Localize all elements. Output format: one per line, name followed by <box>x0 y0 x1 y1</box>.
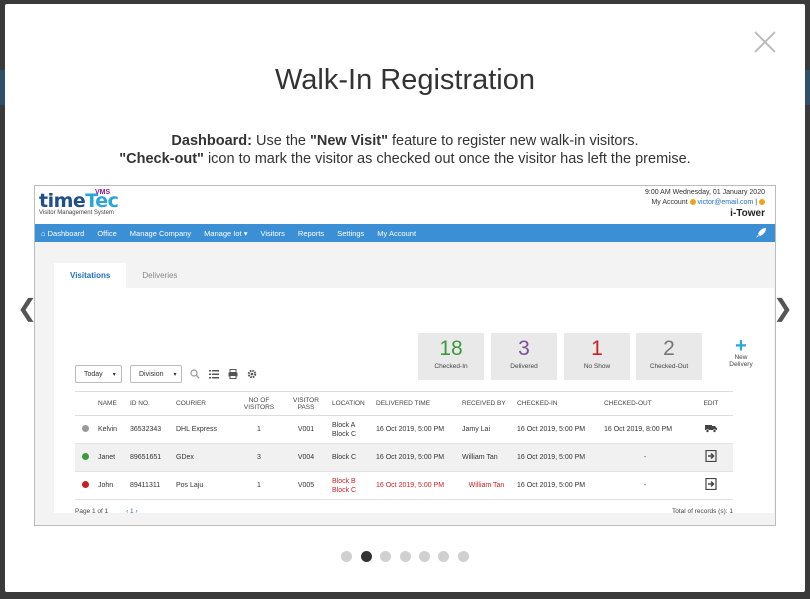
timetec-logo: timeTec VMS Visitor Management System <box>39 189 119 216</box>
carousel-dot[interactable] <box>438 551 450 562</box>
carousel-indicators <box>5 549 805 567</box>
header-datetime: 9:00 AM Wednesday, 01 January 2020 <box>645 189 765 196</box>
pagination: Page 1 of 1 ‹ 1 › <box>75 508 138 515</box>
dashboard-screenshot: timeTec VMS Visitor Management System 9:… <box>34 185 776 526</box>
user-status-icon <box>689 199 696 206</box>
description-line-1: Dashboard: Use the "New Visit" feature t… <box>171 133 639 149</box>
nav-settings[interactable]: Settings <box>337 229 364 238</box>
division-filter-select[interactable]: Division ▾ <box>130 365 182 383</box>
status-dot-icon <box>82 424 89 432</box>
content-panel: Visitations Deliveries 18 Checked-In 3 D… <box>54 263 774 515</box>
gear-icon[interactable] <box>247 369 257 379</box>
description-line-2: "Check-out" icon to mark the visitor as … <box>119 151 691 167</box>
status-dot-icon <box>82 452 89 460</box>
carousel-dot[interactable] <box>457 551 469 562</box>
table-header-row: NAME ID NO. COURIER NO OF VISITORS VISIT… <box>75 391 733 416</box>
nav-manage-company[interactable]: Manage Company <box>130 229 191 238</box>
my-account-link[interactable]: My Account <box>651 199 687 206</box>
modal-description: Dashboard: Use the "New Visit" feature t… <box>5 132 805 168</box>
visitation-table: NAME ID NO. COURIER NO OF VISITORS VISIT… <box>75 391 733 500</box>
header-account: My Account victor@email.com | <box>645 198 765 208</box>
power-icon[interactable] <box>759 199 765 206</box>
main-navbar: ⌂ Dashboard Office Manage Company Manage… <box>35 224 775 242</box>
carousel-dot[interactable] <box>399 551 411 562</box>
table-row: John 89411311 Pos Laju 1 V005 Block B Bl… <box>75 471 733 500</box>
nav-visitors[interactable]: Visitors <box>260 229 284 238</box>
print-icon[interactable] <box>228 369 238 379</box>
carousel-dot[interactable] <box>418 551 430 562</box>
delivery-truck-icon[interactable] <box>705 422 717 434</box>
stat-checked-in[interactable]: 18 Checked-In <box>418 333 484 380</box>
total-records: Total of records (s): 1 <box>671 508 733 515</box>
stat-checked-out[interactable]: 2 Checked-Out <box>636 333 702 380</box>
plus-icon: + <box>735 335 747 357</box>
stat-delivered[interactable]: 3 Delivered <box>491 333 557 380</box>
nav-manage-iot[interactable]: Manage Iot ▾ <box>204 229 247 238</box>
status-dot-icon <box>82 480 89 488</box>
rocket-icon[interactable] <box>755 227 767 239</box>
nav-my-account[interactable]: My Account <box>377 229 416 238</box>
check-out-icon[interactable] <box>705 477 717 491</box>
user-email[interactable]: victor@email.com <box>698 199 754 206</box>
tower-name: i-Tower <box>730 208 765 219</box>
list-icon[interactable] <box>209 369 219 379</box>
page-nav-link[interactable]: ‹ 1 › <box>126 508 138 515</box>
modal-title: Walk-In Registration <box>274 64 535 96</box>
carousel-dot-active[interactable] <box>360 551 372 562</box>
walk-in-modal: Walk-In Registration Dashboard: Use the … <box>5 4 805 592</box>
new-delivery-button[interactable]: + New Delivery <box>726 335 756 368</box>
nav-office[interactable]: Office <box>97 229 116 238</box>
table-row: Janet 89651651 GDex 3 V004 Block C 16 Oc… <box>75 443 733 472</box>
stat-no-show[interactable]: 1 No Show <box>564 333 630 380</box>
close-icon[interactable] <box>753 30 777 54</box>
check-out-icon[interactable] <box>705 449 717 463</box>
tab-deliveries[interactable]: Deliveries <box>126 263 193 288</box>
nav-dashboard[interactable]: ⌂ Dashboard <box>41 229 84 238</box>
filter-bar: Today ▾ Division ▾ <box>75 365 266 383</box>
carousel-dot[interactable] <box>380 551 392 562</box>
search-icon[interactable] <box>190 369 200 379</box>
carousel-dot[interactable] <box>341 551 353 562</box>
nav-reports[interactable]: Reports <box>298 229 324 238</box>
table-row: Kelvin 36532343 DHL Express 1 V001 Block… <box>75 415 733 444</box>
header-info: 9:00 AM Wednesday, 01 January 2020 My Ac… <box>645 188 765 219</box>
app-header: timeTec VMS Visitor Management System 9:… <box>35 186 775 224</box>
tab-visitations[interactable]: Visitations <box>54 263 127 288</box>
date-filter-select[interactable]: Today ▾ <box>75 365 122 383</box>
